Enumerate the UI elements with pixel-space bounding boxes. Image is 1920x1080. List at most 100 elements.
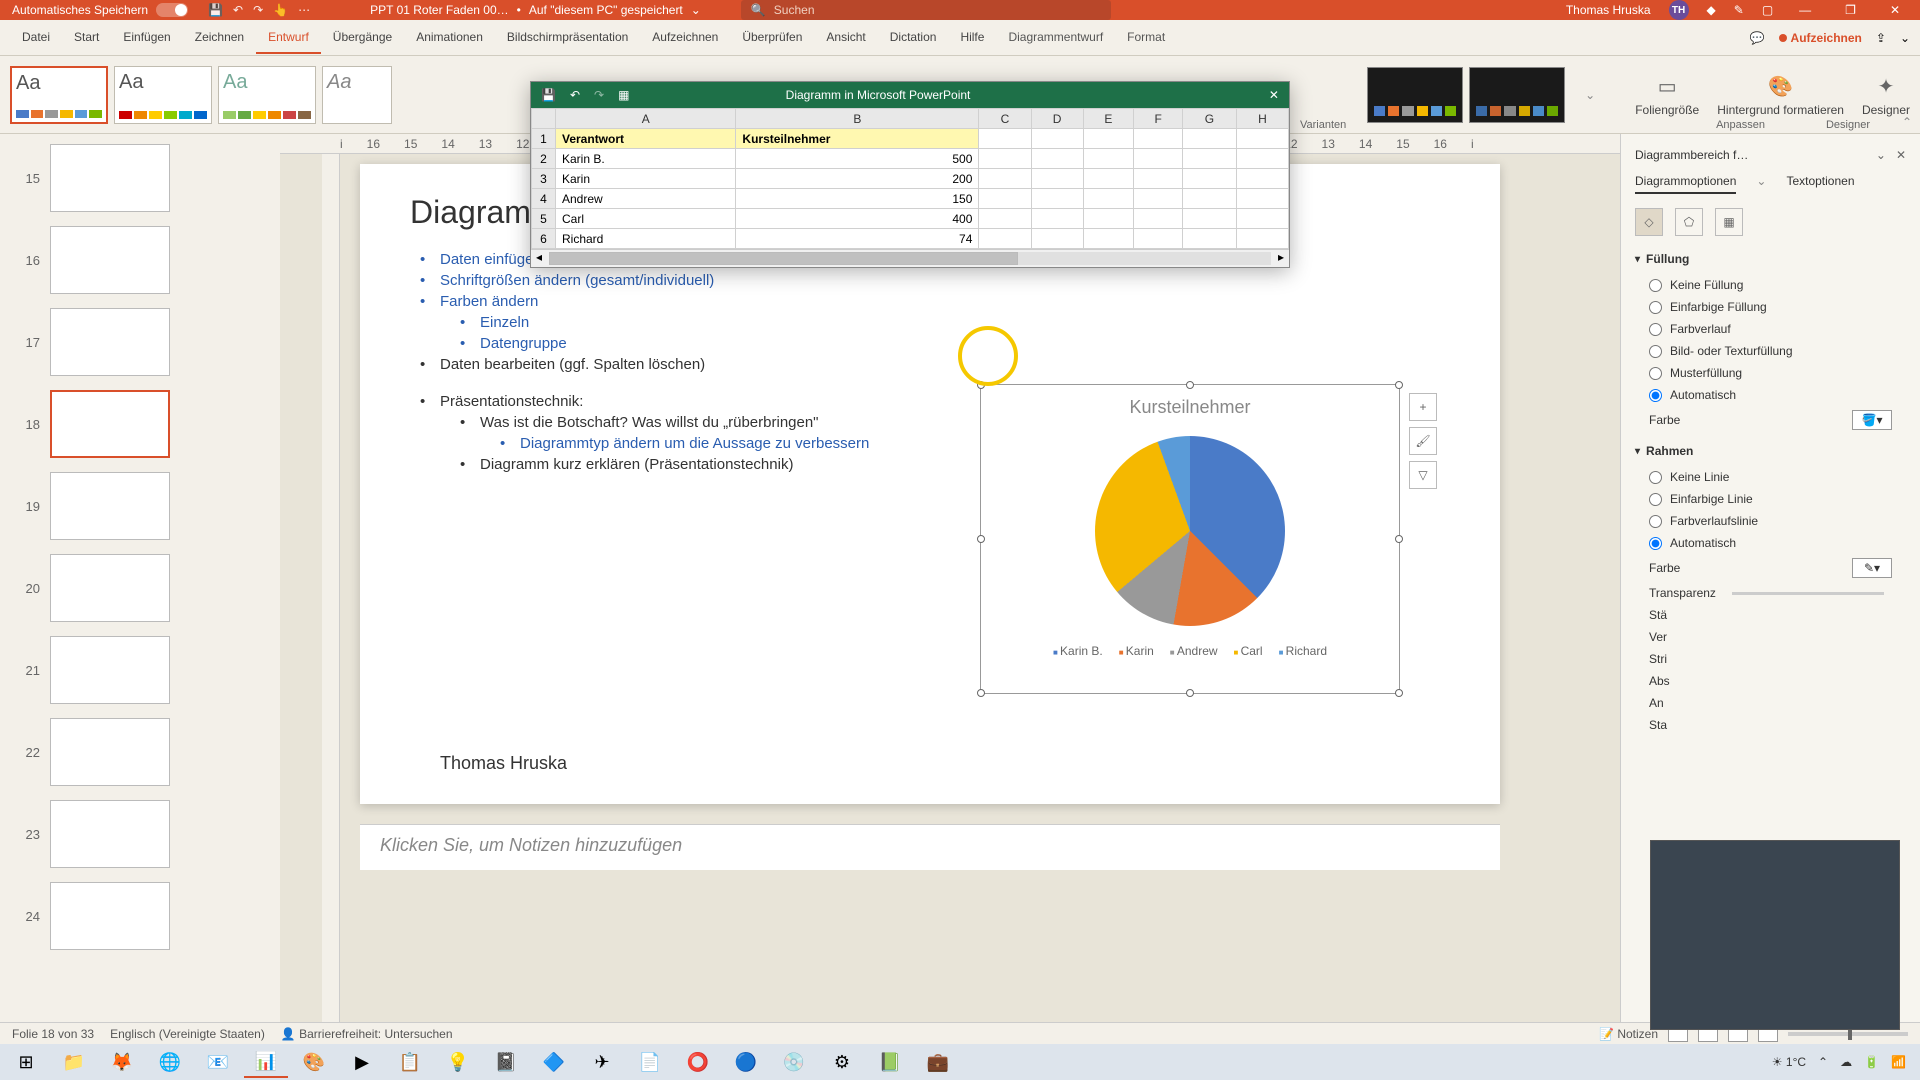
tab-chart-options[interactable]: Diagrammoptionen	[1635, 174, 1736, 194]
row-header[interactable]: 4	[532, 189, 556, 209]
cell[interactable]	[1236, 189, 1288, 209]
app-icon[interactable]: 💼	[916, 1046, 960, 1078]
fill-line-icon[interactable]: ◇	[1635, 208, 1663, 236]
telegram-icon[interactable]: ✈	[580, 1046, 624, 1078]
row-header[interactable]: 1	[532, 129, 556, 149]
cell[interactable]	[1031, 149, 1083, 169]
toggle-switch[interactable]	[156, 3, 188, 17]
save-icon[interactable]: 💾	[541, 88, 556, 102]
excel-grid[interactable]: ABCDEFGH1VerantwortKursteilnehmer2Karin …	[531, 108, 1289, 249]
cell[interactable]: Kursteilnehmer	[736, 129, 979, 149]
cell[interactable]: 400	[736, 209, 979, 229]
undo-icon[interactable]: ↶	[233, 3, 243, 17]
cell[interactable]	[1183, 229, 1237, 249]
cell[interactable]	[1083, 129, 1134, 149]
author-text[interactable]: Thomas Hruska	[440, 753, 567, 774]
chart-filters-button[interactable]: ▽	[1409, 461, 1437, 489]
size-icon[interactable]: ▦	[1715, 208, 1743, 236]
radio-gradient-fill[interactable]: Farbverlauf	[1635, 318, 1906, 340]
tray-chevron-icon[interactable]: ⌃	[1818, 1055, 1828, 1069]
cell[interactable]: Karin	[556, 169, 736, 189]
cell[interactable]: Verantwort	[556, 129, 736, 149]
radio-auto-fill[interactable]: Automatisch	[1635, 384, 1906, 406]
section-header[interactable]: Rahmen	[1635, 444, 1906, 458]
cell[interactable]	[979, 189, 1031, 209]
collapse-ribbon-icon[interactable]: ⌃	[1902, 115, 1912, 129]
touch-icon[interactable]: 👆	[273, 3, 288, 17]
onedrive-icon[interactable]: ☁	[1840, 1055, 1852, 1069]
slide-thumbnail[interactable]	[50, 308, 170, 376]
col-header[interactable]: C	[979, 109, 1031, 129]
radio-solid-line[interactable]: Einfarbige Linie	[1635, 488, 1906, 510]
radio-no-line[interactable]: Keine Linie	[1635, 466, 1906, 488]
excel-icon[interactable]: 📗	[868, 1046, 912, 1078]
theme-item[interactable]: Aa	[114, 66, 212, 124]
cell[interactable]	[1183, 189, 1237, 209]
cell[interactable]: Carl	[556, 209, 736, 229]
excel-close-button[interactable]: ✕	[1269, 88, 1279, 102]
document-title[interactable]: PPT 01 Roter Faden 00…• Auf "diesem PC" …	[370, 3, 701, 17]
record-button[interactable]: Aufzeichnen	[1779, 31, 1862, 45]
cell[interactable]	[1031, 209, 1083, 229]
tab-zeichnen[interactable]: Zeichnen	[183, 22, 256, 54]
slide-thumbnail[interactable]	[50, 390, 170, 458]
cell[interactable]	[1031, 189, 1083, 209]
theme-item[interactable]: Aa	[10, 66, 108, 124]
cell[interactable]: 150	[736, 189, 979, 209]
chart-styles-button[interactable]: 🖌	[1409, 427, 1437, 455]
language-indicator[interactable]: Englisch (Vereinigte Staaten)	[110, 1027, 265, 1041]
redo-icon[interactable]: ↷	[594, 88, 604, 102]
col-header[interactable]: G	[1183, 109, 1237, 129]
cell[interactable]	[1134, 189, 1183, 209]
excel-scrollbar[interactable]: ◂ ▸	[531, 249, 1289, 267]
cell[interactable]	[979, 209, 1031, 229]
settings-icon[interactable]: ⚙	[820, 1046, 864, 1078]
undo-icon[interactable]: ↶	[570, 88, 580, 102]
tab-format[interactable]: Format	[1115, 22, 1177, 54]
chart-legend[interactable]: Karin B. Karin Andrew Carl Richard	[981, 644, 1399, 658]
onenote-icon[interactable]: 📓	[484, 1046, 528, 1078]
close-button[interactable]: ✕	[1882, 3, 1908, 17]
tab-entwurf[interactable]: Entwurf	[256, 22, 321, 54]
variant-item[interactable]	[1367, 67, 1463, 123]
designer-button[interactable]: ✦Designer	[1862, 73, 1910, 117]
tab-überprüfen[interactable]: Überprüfen	[730, 22, 814, 54]
notes-pane[interactable]: Klicken Sie, um Notizen hinzuzufügen	[360, 824, 1500, 870]
user-avatar[interactable]: TH	[1669, 0, 1689, 20]
radio-pattern-fill[interactable]: Musterfüllung	[1635, 362, 1906, 384]
system-tray[interactable]: ☀ 1°C ⌃ ☁ 🔋 📶	[1772, 1055, 1916, 1069]
fill-color-button[interactable]: 🪣▾	[1852, 410, 1892, 430]
slide-thumbnail[interactable]	[50, 472, 170, 540]
cell[interactable]	[1031, 169, 1083, 189]
grid-icon[interactable]: ▦	[618, 88, 629, 102]
cell[interactable]	[979, 149, 1031, 169]
radio-solid-fill[interactable]: Einfarbige Füllung	[1635, 296, 1906, 318]
cell[interactable]: 200	[736, 169, 979, 189]
theme-item[interactable]: Aa	[322, 66, 392, 124]
pie-chart[interactable]	[1095, 436, 1285, 626]
radio-gradient-line[interactable]: Farbverlaufslinie	[1635, 510, 1906, 532]
cell[interactable]	[1183, 129, 1237, 149]
transparency-row[interactable]: Transparenz	[1635, 582, 1906, 604]
vlc-icon[interactable]: ▶	[340, 1046, 384, 1078]
cell[interactable]: 500	[736, 149, 979, 169]
effects-icon[interactable]: ⬠	[1675, 208, 1703, 236]
start-button[interactable]: ⊞	[4, 1046, 48, 1078]
tab-übergänge[interactable]: Übergänge	[321, 22, 404, 54]
cell[interactable]	[1134, 229, 1183, 249]
slide-thumbnail[interactable]	[50, 718, 170, 786]
radio-picture-fill[interactable]: Bild- oder Texturfüllung	[1635, 340, 1906, 362]
app-icon[interactable]: 🔷	[532, 1046, 576, 1078]
wifi-icon[interactable]: 📶	[1891, 1055, 1906, 1069]
slide-thumbnail[interactable]	[50, 636, 170, 704]
more-icon[interactable]: ⋯	[298, 3, 310, 17]
weather-widget[interactable]: ☀ 1°C	[1772, 1055, 1806, 1069]
cell[interactable]: Richard	[556, 229, 736, 249]
cell[interactable]	[1031, 229, 1083, 249]
cell[interactable]	[1183, 169, 1237, 189]
chart-elements-button[interactable]: +	[1409, 393, 1437, 421]
row-header[interactable]: 6	[532, 229, 556, 249]
cell[interactable]	[1236, 209, 1288, 229]
theme-gallery[interactable]: Aa Aa Aa Aa	[10, 66, 392, 124]
chart-title[interactable]: Kursteilnehmer	[981, 397, 1399, 418]
